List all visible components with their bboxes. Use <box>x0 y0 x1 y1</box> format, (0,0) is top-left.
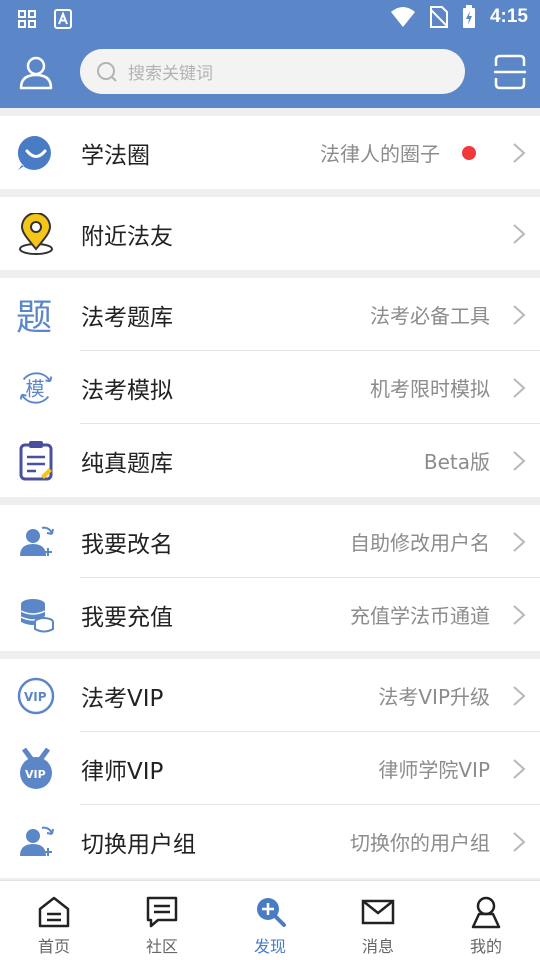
item-title: 学法圈 <box>81 142 150 169</box>
search-input[interactable]: 搜索关键词 <box>80 49 465 94</box>
tab-label: 我的 <box>469 937 502 956</box>
apps-grid-icon <box>18 10 36 28</box>
switch-group-icon <box>16 822 56 862</box>
discover-list: 学法圈 法律人的圈子 附近法友 题 法考题库 法考必备工具 模 法考模拟 机考限… <box>0 108 540 878</box>
clipboard-icon <box>16 441 56 481</box>
svg-text:题: 题 <box>16 295 52 336</box>
chevron-right-icon <box>513 686 526 706</box>
tab-label: 发现 <box>253 937 286 956</box>
list-item-exam-vip[interactable]: VIP 法考VIP 法考VIP升级 <box>0 659 540 732</box>
chevron-right-icon <box>513 378 526 398</box>
chevron-right-icon <box>513 759 526 779</box>
home-icon <box>38 896 70 928</box>
list-item-question-bank[interactable]: 题 法考题库 法考必备工具 <box>0 278 540 351</box>
status-time: 4:15 <box>489 6 528 27</box>
chevron-right-icon <box>513 224 526 244</box>
mail-icon <box>361 899 395 925</box>
list-item-switch-group[interactable]: 切换用户组 切换你的用户组 <box>0 805 540 878</box>
tab-profile[interactable]: 我的 <box>432 881 540 960</box>
list-item-rename[interactable]: 我要改名 自助修改用户名 <box>0 505 540 578</box>
item-title: 法考VIP <box>81 685 164 712</box>
item-title: 我要充值 <box>81 604 173 631</box>
group-circle: 学法圈 法律人的圈子 <box>0 116 540 189</box>
battery-charging-icon <box>462 5 475 28</box>
chevron-right-icon <box>513 451 526 471</box>
discover-icon <box>257 898 286 927</box>
item-subtitle: 法考必备工具 <box>370 304 490 328</box>
scan-icon <box>494 54 526 90</box>
list-item-recharge[interactable]: 我要充值 充值学法币通道 <box>0 578 540 651</box>
tab-discover[interactable]: 发现 <box>216 881 324 960</box>
list-item-xuefaquan[interactable]: 学法圈 法律人的圈子 <box>0 116 540 189</box>
list-item-real-questions[interactable]: 纯真题库 Beta版 <box>0 424 540 497</box>
tab-label: 消息 <box>361 937 394 956</box>
rename-user-icon <box>16 522 56 562</box>
community-icon <box>146 896 178 928</box>
item-subtitle: 法考VIP升级 <box>378 685 490 709</box>
top-header: 搜索关键词 <box>0 36 540 108</box>
user-button[interactable] <box>18 54 54 90</box>
list-item-lawyer-vip[interactable]: VIP 律师VIP 律师学院VIP <box>0 732 540 805</box>
item-title: 切换用户组 <box>81 831 196 858</box>
medal-vip-icon: VIP <box>16 748 56 789</box>
question-bank-icon: 题 <box>16 295 56 336</box>
svg-text:模: 模 <box>26 379 45 401</box>
chat-bubble-icon <box>16 133 56 173</box>
bottom-navigation: 首页 社区 发现 消息 我的 <box>0 880 540 960</box>
item-subtitle: 充值学法币通道 <box>350 604 490 628</box>
svg-text:VIP: VIP <box>25 768 46 781</box>
notification-dot <box>462 146 476 160</box>
vip-badge-icon: VIP <box>16 676 56 716</box>
tab-community[interactable]: 社区 <box>108 881 216 960</box>
search-icon <box>97 61 117 82</box>
list-item-nearby[interactable]: 附近法友 <box>0 197 540 270</box>
keyboard-a-icon <box>54 9 72 29</box>
location-pin-icon <box>16 213 56 255</box>
group-vip: VIP 法考VIP 法考VIP升级 VIP 律师VIP 律师学院VIP 切换用户… <box>0 659 540 878</box>
user-icon <box>19 56 53 90</box>
item-title: 我要改名 <box>81 531 173 558</box>
tab-messages[interactable]: 消息 <box>324 881 432 960</box>
item-title: 法考题库 <box>81 304 173 331</box>
chevron-right-icon <box>513 143 526 163</box>
coins-icon <box>16 595 56 635</box>
item-subtitle: Beta版 <box>423 450 490 474</box>
group-exam: 题 法考题库 法考必备工具 模 法考模拟 机考限时模拟 纯真题库 Beta版 <box>0 278 540 497</box>
item-subtitle: 切换你的用户组 <box>350 831 490 855</box>
chevron-right-icon <box>513 305 526 325</box>
tab-label: 首页 <box>37 937 70 956</box>
chevron-right-icon <box>513 832 526 852</box>
group-nearby: 附近法友 <box>0 197 540 270</box>
item-subtitle: 法律人的圈子 <box>320 142 440 166</box>
tab-home[interactable]: 首页 <box>0 881 108 960</box>
svg-text:VIP: VIP <box>24 690 47 704</box>
item-title: 纯真题库 <box>81 450 173 477</box>
group-account: 我要改名 自助修改用户名 我要充值 充值学法币通道 <box>0 505 540 651</box>
item-subtitle: 机考限时模拟 <box>370 377 490 401</box>
item-subtitle: 自助修改用户名 <box>350 531 490 555</box>
item-title: 附近法友 <box>81 223 173 250</box>
item-subtitle: 律师学院VIP <box>378 758 490 782</box>
profile-icon <box>471 896 501 929</box>
chevron-right-icon <box>513 605 526 625</box>
item-title: 法考模拟 <box>81 377 173 404</box>
status-bar: 4:15 <box>0 0 540 36</box>
wifi-icon <box>390 7 415 27</box>
search-placeholder: 搜索关键词 <box>128 64 213 84</box>
item-title: 律师VIP <box>81 758 164 785</box>
scan-button[interactable] <box>494 54 526 90</box>
list-item-mock-exam[interactable]: 模 法考模拟 机考限时模拟 <box>0 351 540 424</box>
tab-label: 社区 <box>145 937 178 956</box>
chevron-right-icon <box>513 532 526 552</box>
no-sim-icon <box>429 6 448 28</box>
mock-exam-icon: 模 <box>16 368 56 408</box>
